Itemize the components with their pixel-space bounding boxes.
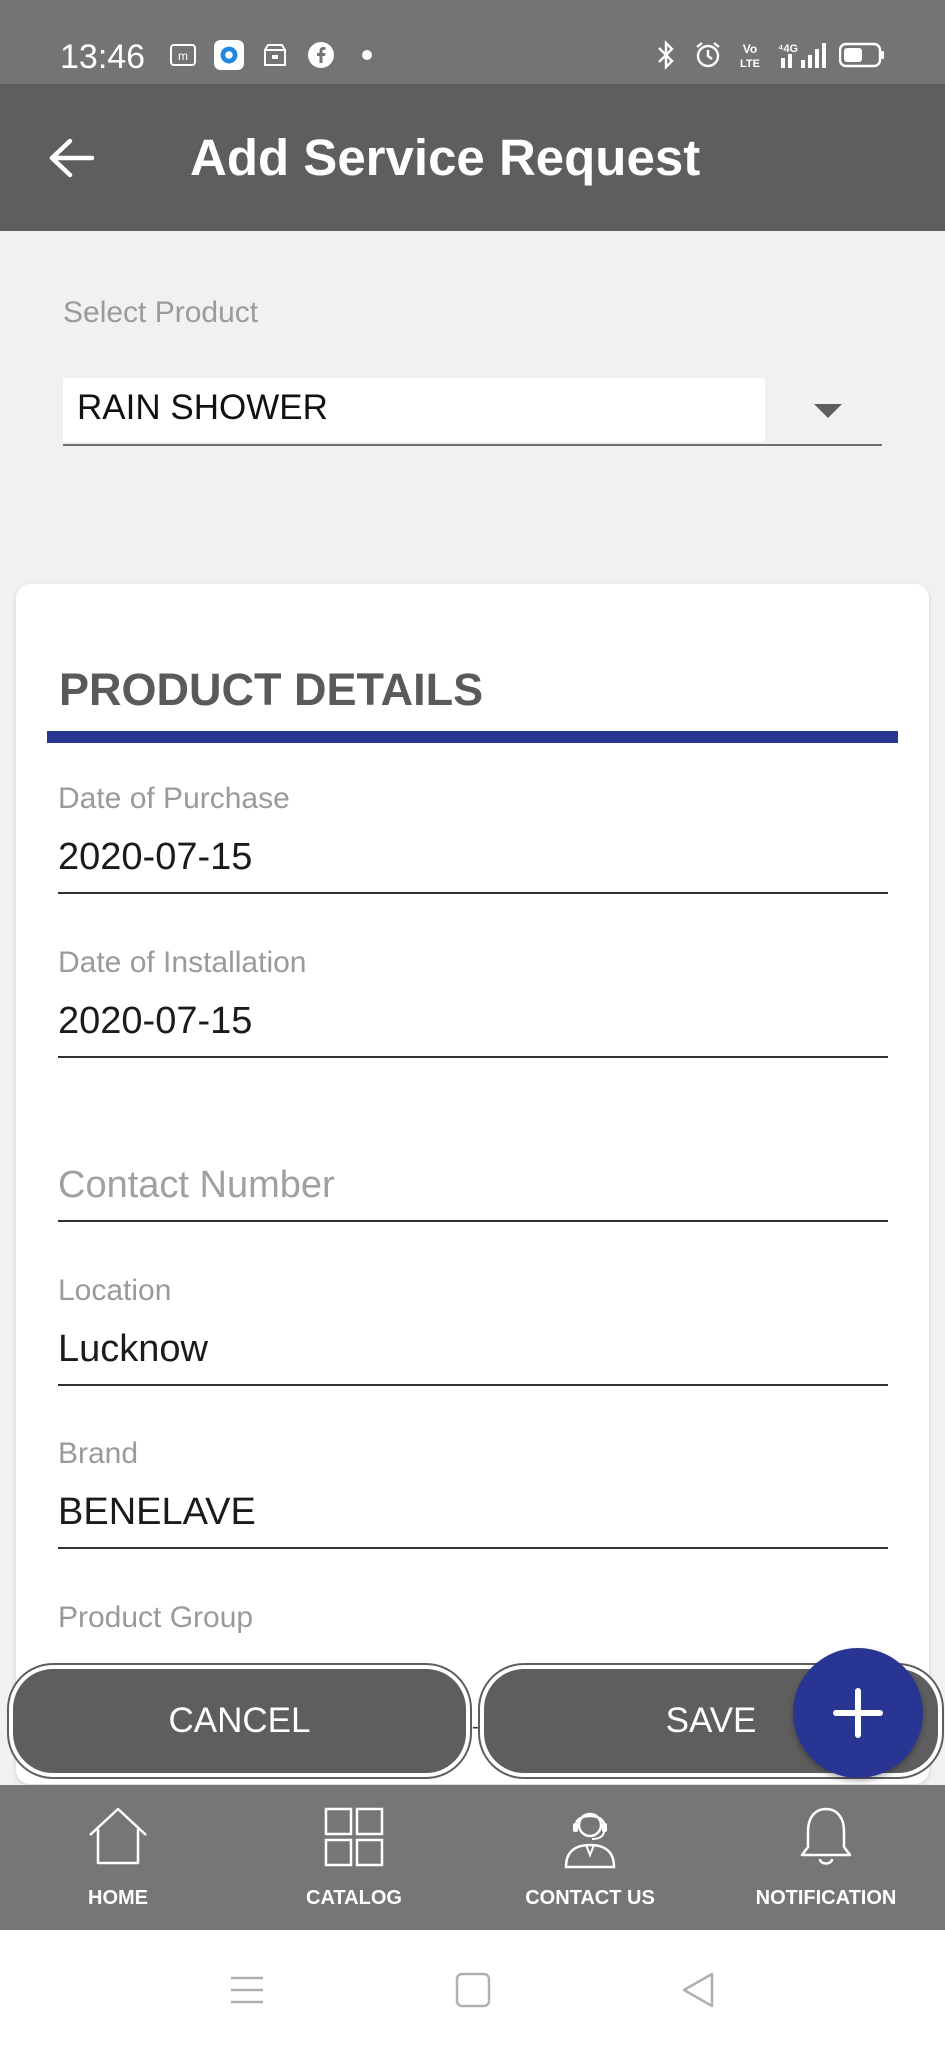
brand-input[interactable]: BENELAVE: [58, 1477, 888, 1549]
nav-label-contact-us: CONTACT US: [525, 1887, 655, 1909]
card-title: PRODUCT DETAILS: [59, 664, 484, 715]
status-notification-icons: m: [168, 40, 382, 70]
grid-icon: [324, 1807, 384, 1867]
svg-text:⁴4G: ⁴4G: [778, 43, 798, 55]
store-icon: [260, 40, 290, 70]
mi-icon: m: [168, 40, 198, 70]
contact-number-input[interactable]: Contact Number: [58, 1150, 888, 1222]
field-label: [58, 1110, 888, 1150]
system-home-button[interactable]: [451, 1968, 495, 2012]
battery-icon: [839, 40, 885, 70]
arrow-left-icon: [49, 138, 95, 178]
field-label: Date of Purchase: [58, 782, 290, 815]
card-title-divider: [47, 731, 898, 743]
brand-field: Brand BENELAVE: [58, 1437, 888, 1549]
signal-4g-icon: ⁴4G: [777, 40, 827, 70]
location-input[interactable]: Lucknow: [58, 1314, 888, 1386]
system-menu-button[interactable]: [225, 1968, 269, 2012]
svg-text:Vo: Vo: [743, 42, 757, 56]
nav-label-catalog: CATALOG: [306, 1887, 402, 1909]
date-of-purchase-input[interactable]: 2020-07-15: [58, 822, 888, 894]
product-details-card: PRODUCT DETAILS Date of Purchase 2020-07…: [16, 584, 929, 1784]
square-icon: [455, 1972, 491, 2008]
field-label: Location: [58, 1274, 172, 1307]
cancel-button[interactable]: CANCEL: [9, 1665, 470, 1777]
status-system-icons: Vo LTE ⁴4G: [651, 40, 885, 70]
nav-item-notification[interactable]: NOTIFICATION: [708, 1785, 944, 1930]
product-select-box: RAIN SHOWER: [63, 378, 765, 442]
facebook-icon: [306, 40, 336, 70]
app-bar: Add Service Request: [0, 84, 945, 231]
bluetooth-icon: [651, 40, 681, 70]
svg-text:LTE: LTE: [740, 58, 760, 70]
select-product-label: Select Product: [63, 296, 259, 329]
page-title: Add Service Request: [190, 129, 701, 186]
browser-icon: [214, 40, 244, 70]
home-icon: [89, 1807, 147, 1865]
menu-lines-icon: [231, 1976, 263, 2004]
field-label: Brand: [58, 1437, 139, 1470]
product-select-value: RAIN SHOWER: [77, 388, 328, 427]
nav-item-home[interactable]: HOME: [0, 1785, 236, 1930]
support-agent-icon: [564, 1812, 616, 1869]
field-label: Product Group: [58, 1601, 254, 1634]
svg-text:m: m: [178, 49, 188, 63]
back-button[interactable]: [42, 128, 102, 188]
bell-icon: [800, 1807, 852, 1865]
triangle-back-icon: [682, 1972, 714, 2008]
field-label: Date of Installation: [58, 946, 307, 979]
product-group-field: Product Group: [58, 1601, 888, 1641]
contact-number-field: Contact Number: [58, 1110, 888, 1222]
status-bar: 13:46 m Vo LTE ⁴4G: [0, 0, 945, 84]
alarm-icon: [693, 40, 723, 70]
plus-icon: [833, 1688, 883, 1738]
volte-icon: Vo LTE: [735, 40, 765, 70]
nav-label-home: HOME: [88, 1887, 148, 1909]
dropdown-arrow-icon: [814, 404, 842, 418]
date-of-installation-field: Date of Installation 2020-07-15: [58, 946, 888, 1058]
date-of-purchase-field: Date of Purchase 2020-07-15: [58, 782, 888, 894]
system-back-button[interactable]: [676, 1968, 720, 2012]
add-fab-button[interactable]: [793, 1648, 923, 1778]
bottom-nav: HOME CATALOG CONTACT US NOTIFICATION: [0, 1785, 945, 1930]
product-select[interactable]: RAIN SHOWER: [63, 378, 882, 446]
nav-label-notification: NOTIFICATION: [755, 1887, 897, 1909]
nav-item-catalog[interactable]: CATALOG: [236, 1785, 472, 1930]
status-time: 13:46: [60, 38, 146, 76]
system-nav-bar: [0, 1930, 945, 2048]
button-separator: -: [472, 1716, 479, 1738]
nav-item-contact-us[interactable]: CONTACT US: [472, 1785, 708, 1930]
location-field: Location Lucknow: [58, 1274, 888, 1386]
dot-icon: [352, 40, 382, 70]
date-of-installation-input[interactable]: 2020-07-15: [58, 986, 888, 1058]
